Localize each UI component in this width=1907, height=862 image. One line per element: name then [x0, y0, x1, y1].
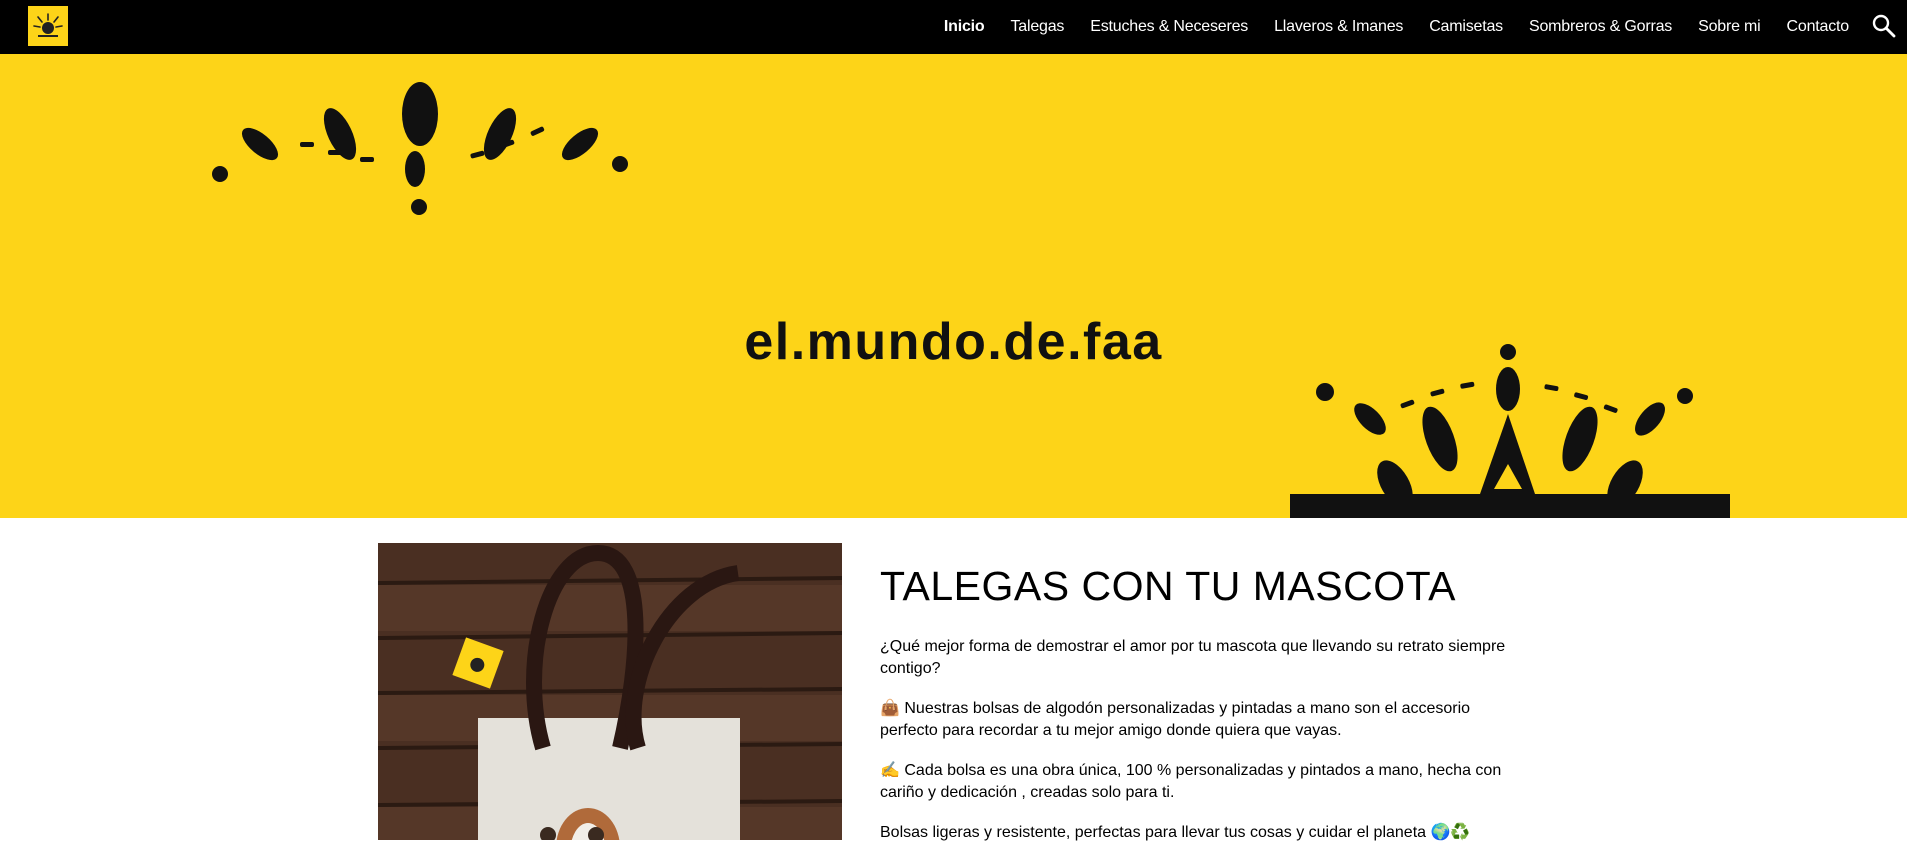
main-navigation: Inicio Talegas Estuches & Neceseres Llav…: [944, 0, 1849, 54]
intro-paragraph: ¿Qué mejor forma de demostrar el amor po…: [880, 638, 1506, 677]
nav-item-inicio[interactable]: Inicio: [944, 18, 985, 36]
eco-paragraph: Bolsas ligeras y resistente, perfectas p…: [880, 824, 1471, 841]
main-content: TALEGAS CON TU MASCOTA ¿Qué mejor forma …: [880, 563, 1530, 862]
page-heading: TALEGAS CON TU MASCOTA: [880, 563, 1456, 609]
nav-item-estuches-neceseres[interactable]: Estuches & Neceseres: [1090, 18, 1248, 36]
nav-item-contacto[interactable]: Contacto: [1787, 18, 1850, 36]
nav-item-camisetas[interactable]: Camisetas: [1429, 18, 1503, 36]
sun-decoration-icon: [212, 82, 628, 215]
sun-logo-icon[interactable]: [28, 6, 68, 46]
search-icon[interactable]: [1871, 13, 1897, 39]
top-navigation-bar: Inicio Talegas Estuches & Neceseres Llav…: [0, 0, 1907, 54]
hero-banner: el.mundo.de.faa: [0, 54, 1907, 518]
tote-bag-photo: [378, 543, 842, 840]
nav-item-sobre-mi[interactable]: Sobre mi: [1698, 18, 1761, 36]
nav-item-talegas[interactable]: Talegas: [1010, 18, 1064, 36]
bags-paragraph: 👜 Nuestras bolsas de algodón personaliza…: [880, 700, 1471, 739]
nav-item-sombreros-gorras[interactable]: Sombreros & Gorras: [1529, 18, 1672, 36]
handmade-paragraph: ✍️ Cada bolsa es una obra única, 100 % p…: [880, 762, 1502, 801]
sun-decoration-icon: [1290, 344, 1730, 518]
nav-item-llaveros-imanes[interactable]: Llaveros & Imanes: [1274, 18, 1403, 36]
